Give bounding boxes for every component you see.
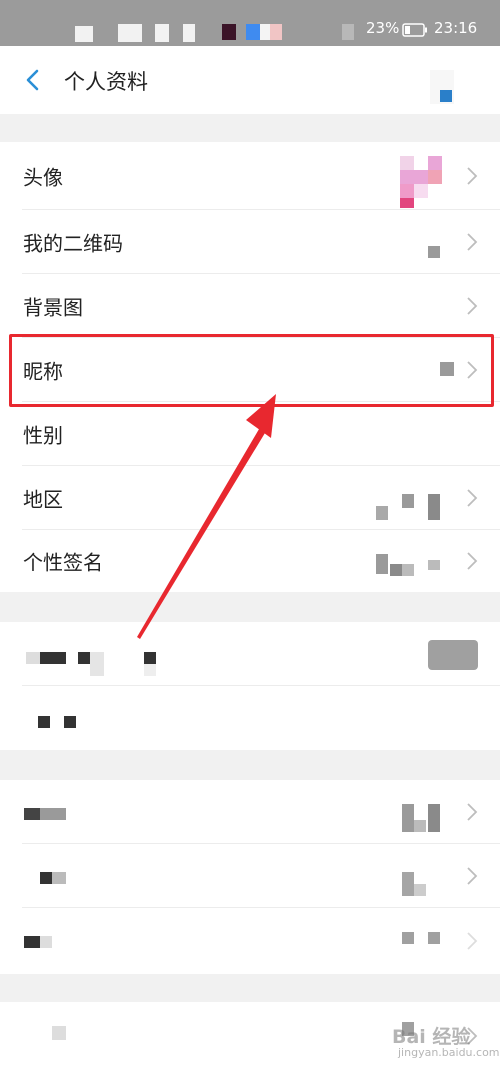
- watermark-url: jingyan.baidu.com: [398, 1046, 500, 1059]
- watermark-logo: Bai 经验: [392, 1026, 471, 1048]
- annotation-arrow-icon: [137, 394, 276, 639]
